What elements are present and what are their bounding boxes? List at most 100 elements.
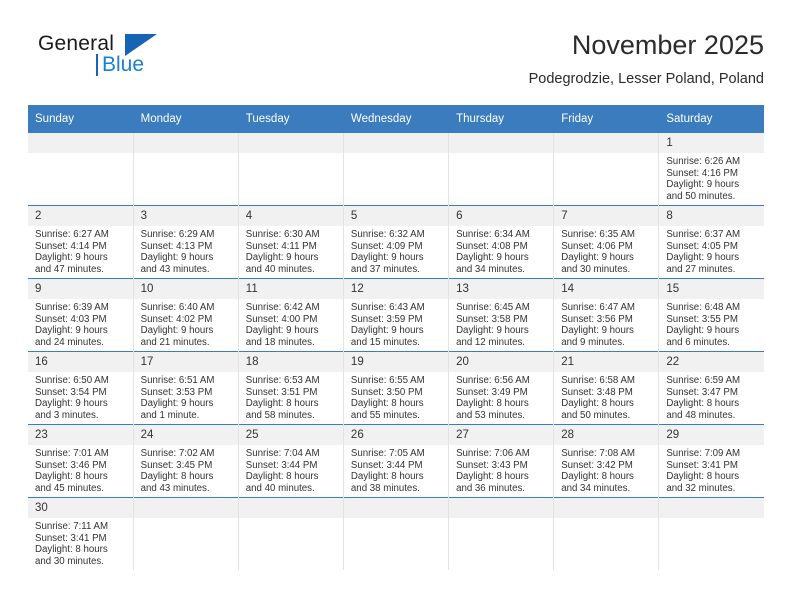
daylight-duration-line1: Daylight: 8 hours [561,398,634,410]
calendar-header-row: Sunday Monday Tuesday Wednesday Thursday Frid… [28,105,764,133]
calendar-day-cell[interactable]: 7 Sunrise: 6:35 AM Sunset: 4:06 PM Daylight… [553,205,659,279]
day-number-placeholder [343,133,449,153]
sunset-time: Sunset: 3:44 PM [245,459,318,471]
sunrise-time: Sunrise: 6:42 AM [245,302,320,313]
day-number: 26 [343,425,449,445]
day-number: 4 [238,206,343,226]
day-number-placeholder [449,133,554,153]
calendar-day-cell[interactable]: 8 Sunrise: 6:37 AM Sunset: 4:05 PM Daylight… [658,205,764,279]
day-number: 23 [28,425,133,445]
calendar-day-cell[interactable]: 20 Sunrise: 6:56 AM Sunset: 3:49 PM Dayligh… [448,351,554,425]
day-details: Sunrise: 6:26 AM Sunset: 4:16 PM Daylight:… [659,153,764,204]
title-block: November 2025 Podegrodzie, Lesser Poland… [529,28,764,90]
sunrise-time: Sunrise: 6:50 AM [35,375,109,386]
calendar-day-cell[interactable]: 29 Sunrise: 7:09 AM Sunset: 3:41 PM Dayligh… [658,424,764,498]
daylight-duration-line1: Daylight: 9 hours [350,252,424,264]
day-number: 9 [28,279,133,299]
calendar-day-cell[interactable]: 1 Sunrise: 6:26 AM Sunset: 4:16 PM Daylight… [658,133,764,206]
sunset-time: Sunset: 4:16 PM [666,167,738,179]
day-details: Sunrise: 6:51 AM Sunset: 3:53 PM Daylight:… [134,372,238,423]
calendar-day-cell[interactable]: 23 Sunrise: 7:01 AM Sunset: 3:46 PM Dayligh… [28,424,134,498]
calendar-day-cell[interactable]: 11 Sunrise: 6:42 AM Sunset: 4:00 PM Dayligh… [237,278,344,352]
daylight-duration-line2: and 40 minutes. [245,263,315,275]
sunset-time: Sunset: 4:11 PM [245,240,317,252]
daylight-duration-line1: Daylight: 9 hours [35,398,108,410]
calendar-cell-empty [553,133,659,206]
calendar-day-cell[interactable]: 25 Sunrise: 7:04 AM Sunset: 3:44 PM Dayligh… [237,424,344,498]
sunrise-time: Sunrise: 6:27 AM [35,229,109,240]
day-number: 28 [554,425,659,445]
sunrise-time: Sunrise: 6:53 AM [245,375,320,386]
daylight-duration-line2: and 43 minutes. [140,263,210,275]
daylight-duration-line2: and 47 minutes. [35,263,104,275]
sunrise-time: Sunrise: 6:32 AM [350,229,425,240]
daylight-duration-line1: Daylight: 8 hours [140,471,214,483]
calendar-cell-empty [553,497,659,570]
sunrise-time: Sunrise: 6:48 AM [666,302,741,313]
day-number-placeholder [238,133,343,153]
calendar-day-cell[interactable]: 12 Sunrise: 6:43 AM Sunset: 3:59 PM Dayligh… [342,278,449,352]
daylight-duration-line1: Daylight: 9 hours [245,252,319,264]
sunrise-time: Sunrise: 7:05 AM [350,448,425,459]
day-number: 17 [133,352,238,372]
calendar-day-cell[interactable]: 10 Sunrise: 6:40 AM Sunset: 4:02 PM Dayligh… [132,278,239,352]
daylight-duration-line1: Daylight: 8 hours [350,398,424,410]
daylight-duration-line2: and 6 minutes. [666,336,730,348]
sunrise-time: Sunrise: 6:39 AM [35,302,109,313]
calendar-day-cell[interactable]: 28 Sunrise: 7:08 AM Sunset: 3:42 PM Dayligh… [553,424,659,498]
sunrise-time: Sunrise: 6:40 AM [140,302,215,313]
calendar-day-cell[interactable]: 14 Sunrise: 6:47 AM Sunset: 3:56 PM Dayligh… [553,278,659,352]
sunrise-time: Sunrise: 7:11 AM [35,521,109,532]
day-number: 18 [238,352,343,372]
calendar-day-cell[interactable]: 16 Sunrise: 6:50 AM Sunset: 3:54 PM Dayligh… [28,351,134,425]
weekday-header-saturday: Saturday [658,105,764,133]
sunset-time: Sunset: 4:02 PM [140,313,213,325]
day-details: Sunrise: 7:01 AM Sunset: 3:46 PM Daylight:… [28,445,133,496]
day-details: Sunrise: 6:37 AM Sunset: 4:05 PM Daylight:… [659,226,764,277]
calendar-day-cell[interactable]: 15 Sunrise: 6:48 AM Sunset: 3:55 PM Dayligh… [658,278,764,352]
day-number: 27 [449,425,554,445]
calendar-day-cell[interactable]: 19 Sunrise: 6:55 AM Sunset: 3:50 PM Dayligh… [342,351,449,425]
weekday-header-tuesday: Tuesday [237,105,344,133]
day-details: Sunrise: 7:08 AM Sunset: 3:42 PM Daylight:… [554,445,658,496]
sunset-time: Sunset: 3:56 PM [561,313,633,325]
day-details: Sunrise: 6:53 AM Sunset: 3:51 PM Daylight:… [239,372,343,423]
sunset-time: Sunset: 4:06 PM [561,240,633,252]
day-number: 5 [343,206,449,226]
day-details: Sunrise: 6:35 AM Sunset: 4:06 PM Daylight:… [554,226,658,277]
calendar-day-cell[interactable]: 27 Sunrise: 7:06 AM Sunset: 3:43 PM Dayligh… [448,424,554,498]
calendar-day-cell[interactable]: 18 Sunrise: 6:53 AM Sunset: 3:51 PM Dayligh… [237,351,344,425]
calendar-day-cell[interactable]: 24 Sunrise: 7:02 AM Sunset: 3:45 PM Dayligh… [132,424,239,498]
sunset-time: Sunset: 3:53 PM [140,386,213,398]
logo-vertical-bar-icon [96,54,98,76]
day-number: 30 [28,498,133,518]
sunset-time: Sunset: 4:13 PM [140,240,213,252]
sunset-time: Sunset: 3:58 PM [456,313,528,325]
sunrise-time: Sunrise: 6:55 AM [350,375,425,386]
calendar-cell-empty [132,133,239,206]
calendar-day-cell[interactable]: 9 Sunrise: 6:39 AM Sunset: 4:03 PM Daylight… [28,278,134,352]
calendar-day-cell[interactable]: 6 Sunrise: 6:34 AM Sunset: 4:08 PM Daylight… [448,205,554,279]
sunset-time: Sunset: 3:55 PM [666,313,738,325]
calendar-day-cell[interactable]: 4 Sunrise: 6:30 AM Sunset: 4:11 PM Daylight… [237,205,344,279]
sunset-time: Sunset: 3:47 PM [666,386,738,398]
sunrise-time: Sunrise: 6:45 AM [456,302,530,313]
calendar-day-cell[interactable]: 3 Sunrise: 6:29 AM Sunset: 4:13 PM Daylight… [132,205,239,279]
calendar-day-cell[interactable]: 17 Sunrise: 6:51 AM Sunset: 3:53 PM Dayligh… [132,351,239,425]
daylight-duration-line2: and 50 minutes. [666,190,736,202]
sunset-time: Sunset: 4:08 PM [456,240,528,252]
daylight-duration-line1: Daylight: 8 hours [666,398,740,410]
daylight-duration-line2: and 45 minutes. [35,482,104,494]
daylight-duration-line1: Daylight: 9 hours [666,252,740,264]
calendar-day-cell[interactable]: 13 Sunrise: 6:45 AM Sunset: 3:58 PM Dayligh… [448,278,554,352]
calendar-day-cell[interactable]: 2 Sunrise: 6:27 AM Sunset: 4:14 PM Daylight… [28,205,134,279]
calendar-day-cell[interactable]: 21 Sunrise: 6:58 AM Sunset: 3:48 PM Dayligh… [553,351,659,425]
calendar-day-cell[interactable]: 5 Sunrise: 6:32 AM Sunset: 4:09 PM Daylight… [342,205,449,279]
day-number: 7 [554,206,659,226]
calendar-day-cell[interactable]: 30 Sunrise: 7:11 AM Sunset: 3:41 PM Dayligh… [28,497,134,570]
daylight-duration-line1: Daylight: 9 hours [456,325,529,337]
general-blue-logo[interactable]: General Blue [38,32,218,94]
calendar-day-cell[interactable]: 22 Sunrise: 6:59 AM Sunset: 3:47 PM Dayligh… [658,351,764,425]
day-number: 11 [238,279,343,299]
calendar-day-cell[interactable]: 26 Sunrise: 7:05 AM Sunset: 3:44 PM Dayligh… [342,424,449,498]
